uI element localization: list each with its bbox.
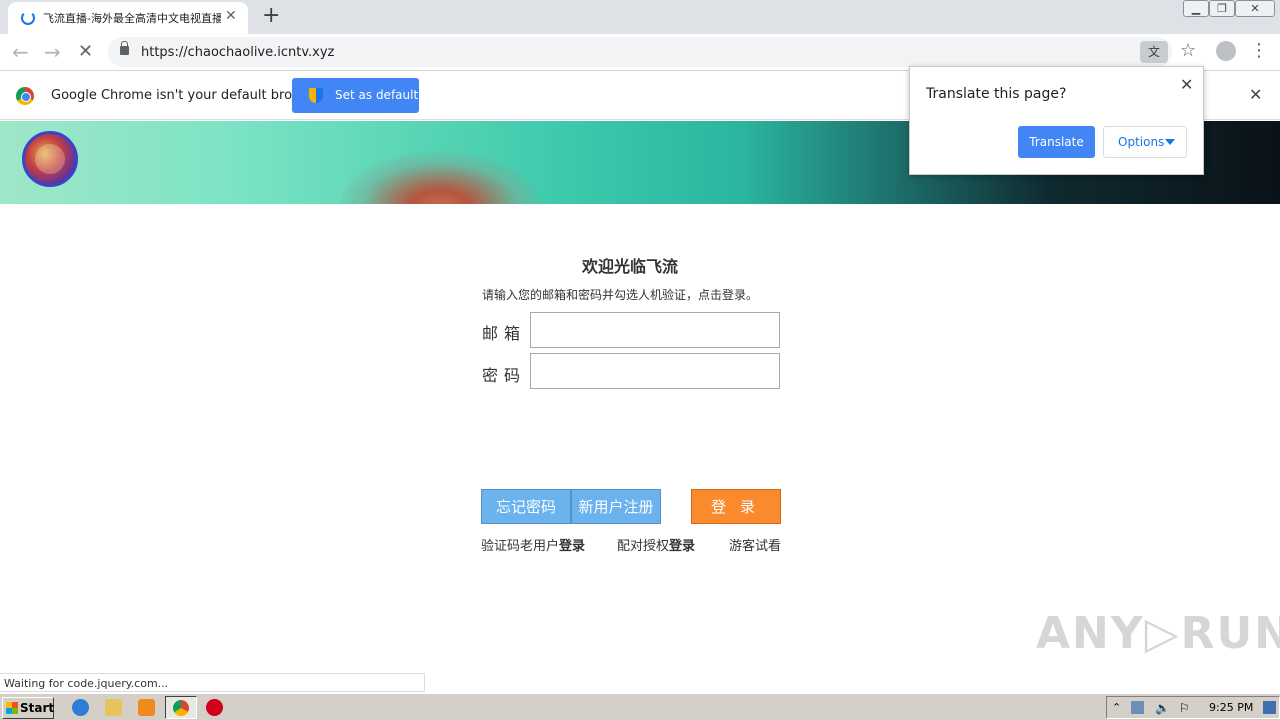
show-desktop-icon[interactable] xyxy=(1263,701,1276,714)
show-hidden-icons-icon[interactable]: ⌃ xyxy=(1112,701,1125,714)
new-tab-icon[interactable]: + xyxy=(262,3,280,28)
chrome-logo-icon xyxy=(16,87,34,105)
guest-trial-link[interactable]: 游客试看 xyxy=(729,535,781,554)
bookmark-star-icon[interactable]: ☆ xyxy=(1180,40,1196,61)
back-icon[interactable]: ← xyxy=(12,40,29,64)
translate-button[interactable]: Translate xyxy=(1018,126,1095,158)
lock-icon[interactable] xyxy=(120,41,129,55)
translate-icon[interactable]: 文 xyxy=(1140,41,1168,63)
shield-icon xyxy=(309,88,323,103)
forward-icon[interactable]: → xyxy=(44,40,61,64)
minimize-icon[interactable]: ▁ xyxy=(1183,0,1209,17)
translate-popup-title: Translate this page? xyxy=(926,86,1067,102)
translate-options-button[interactable]: Options xyxy=(1103,126,1187,158)
profile-avatar-icon[interactable] xyxy=(1216,41,1236,61)
media-player-icon[interactable] xyxy=(138,699,155,716)
tab-strip: 飞流直播-海外最全高清中文电视直播 ✕ + ▁ ❐ ✕ xyxy=(0,0,1280,34)
volume-icon[interactable]: 🔈 xyxy=(1155,701,1170,715)
stop-loading-icon[interactable]: ✕ xyxy=(78,41,93,62)
translate-popup: Translate this page? ✕ Translate Options xyxy=(909,66,1204,175)
caret-down-icon xyxy=(1165,139,1175,145)
forgot-password-button[interactable]: 忘记密码 xyxy=(481,489,571,524)
status-bubble: Waiting for code.jquery.com... xyxy=(0,673,425,692)
password-label: 密码 xyxy=(482,366,527,385)
infobar-message: Google Chrome isn't your default browser xyxy=(51,88,323,103)
register-button[interactable]: 新用户注册 xyxy=(571,489,661,524)
logo-center xyxy=(35,144,65,174)
tab-active[interactable]: 飞流直播-海外最全高清中文电视直播 ✕ xyxy=(8,2,248,34)
tab-title: 飞流直播-海外最全高清中文电视直播 xyxy=(43,12,221,25)
chrome-taskbar-button[interactable] xyxy=(165,696,197,719)
start-label: Start xyxy=(20,701,55,715)
translate-popup-close-icon[interactable]: ✕ xyxy=(1180,75,1193,94)
url-text[interactable]: https://chaochaolive.icntv.xyz xyxy=(141,45,334,60)
internet-explorer-icon[interactable] xyxy=(72,699,89,716)
site-logo[interactable] xyxy=(22,131,78,187)
infobar-close-icon[interactable]: ✕ xyxy=(1249,85,1262,104)
pair-auth-login-link[interactable]: 配对授权登录 xyxy=(617,535,695,554)
restore-icon[interactable]: ❐ xyxy=(1209,0,1235,17)
tab-close-icon[interactable]: ✕ xyxy=(225,8,237,24)
chrome-icon xyxy=(173,700,189,716)
start-button[interactable]: Start xyxy=(2,697,54,719)
windows-logo-icon xyxy=(6,702,18,714)
anyrun-watermark: ANY▷RUN xyxy=(1036,608,1280,659)
pair-auth-login-prefix: 配对授权 xyxy=(617,539,670,554)
translate-options-label: Options xyxy=(1118,135,1165,149)
loading-spinner-icon xyxy=(21,11,35,25)
banner-graphic xyxy=(340,151,540,204)
action-center-flag-icon[interactable]: ⚐ xyxy=(1179,701,1192,715)
email-field[interactable] xyxy=(530,312,780,348)
verify-code-login-prefix: 验证码老用户 xyxy=(481,539,560,554)
verify-code-login-link[interactable]: 验证码老用户登录 xyxy=(481,535,585,554)
window-close-icon[interactable]: ✕ xyxy=(1235,0,1275,17)
file-explorer-icon[interactable] xyxy=(105,699,122,716)
opera-icon[interactable] xyxy=(206,699,223,716)
verify-code-login-bold: 登录 xyxy=(559,539,586,554)
taskbar: Start ⌃ 🔈 ⚐ 9:25 PM xyxy=(0,693,1280,720)
login-subtitle: 请输入您的邮箱和密码并勾选人机验证，点击登录。 xyxy=(482,288,759,302)
email-label: 邮箱 xyxy=(482,324,527,343)
pair-auth-login-bold: 登录 xyxy=(669,539,696,554)
kebab-menu-icon[interactable]: ⋮ xyxy=(1250,40,1268,61)
set-as-default-label: Set as default xyxy=(335,88,419,102)
login-button[interactable]: 登录 xyxy=(691,489,781,524)
login-title: 欢迎光临飞流 xyxy=(581,257,678,276)
address-bar[interactable]: https://chaochaolive.icntv.xyz 文 ☆ xyxy=(108,37,1196,67)
clock[interactable]: 9:25 PM xyxy=(1209,701,1253,714)
network-icon[interactable] xyxy=(1131,701,1144,714)
set-as-default-button[interactable]: Set as default xyxy=(292,78,419,113)
system-tray: ⌃ 🔈 ⚐ 9:25 PM xyxy=(1106,696,1280,719)
password-field[interactable] xyxy=(530,353,780,389)
